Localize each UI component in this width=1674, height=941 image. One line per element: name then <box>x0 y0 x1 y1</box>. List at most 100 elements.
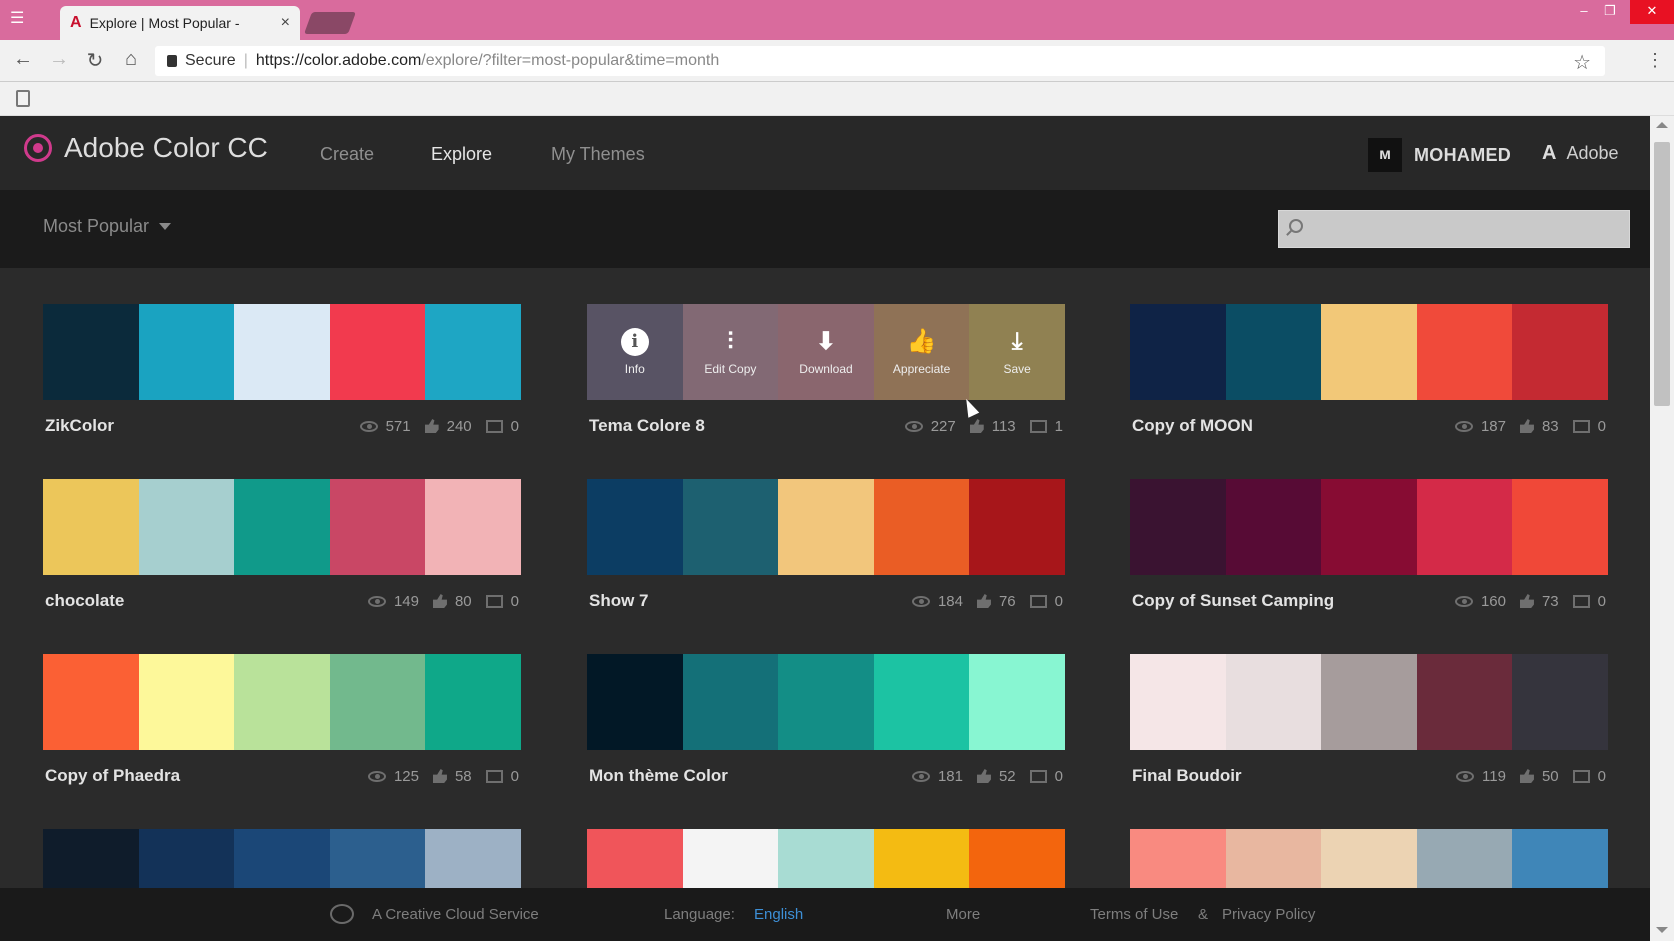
color-swatch[interactable] <box>587 654 683 750</box>
color-swatch[interactable] <box>778 654 874 750</box>
color-swatches[interactable] <box>1130 479 1608 575</box>
comments-stat[interactable]: 1 <box>1029 418 1063 435</box>
language-selector[interactable]: English <box>754 906 803 923</box>
color-swatches[interactable] <box>43 829 521 888</box>
color-swatch[interactable] <box>138 654 235 750</box>
color-swatch[interactable] <box>1225 304 1322 400</box>
theme-card[interactable] <box>43 829 521 888</box>
color-swatch[interactable] <box>1321 479 1417 575</box>
theme-card[interactable] <box>587 829 1065 888</box>
likes-stat[interactable]: 50 <box>1519 768 1559 785</box>
color-swatch[interactable] <box>1512 304 1608 400</box>
color-swatch[interactable] <box>873 829 970 888</box>
color-swatch[interactable] <box>969 829 1065 888</box>
color-swatch[interactable] <box>425 654 521 750</box>
comments-stat[interactable]: 0 <box>1572 768 1606 785</box>
color-swatch[interactable] <box>969 654 1065 750</box>
sort-dropdown[interactable]: Most Popular <box>43 216 172 237</box>
color-swatches[interactable] <box>43 479 521 575</box>
theme-card[interactable]: Final Boudoir 119 50 0 <box>1130 654 1608 802</box>
browser-menu-icon[interactable]: ☰ <box>10 8 24 28</box>
comments-stat[interactable]: 0 <box>485 768 519 785</box>
color-swatch[interactable] <box>1225 829 1322 888</box>
comments-stat[interactable]: 0 <box>1572 418 1606 435</box>
color-swatch[interactable] <box>778 829 874 888</box>
color-swatch[interactable] <box>425 829 521 888</box>
theme-card[interactable]: ZikColor 571 240 0 <box>43 304 521 452</box>
color-swatches[interactable] <box>1130 829 1608 888</box>
color-swatch[interactable] <box>1416 829 1513 888</box>
likes-stat[interactable]: 73 <box>1519 593 1559 610</box>
window-close-icon[interactable]: ✕ <box>1630 0 1674 24</box>
browser-tab[interactable]: A Explore | Most Popular - × <box>60 6 300 40</box>
theme-card[interactable] <box>1130 829 1608 888</box>
color-swatch[interactable] <box>234 829 330 888</box>
theme-name[interactable]: Copy of Sunset Camping <box>1132 591 1441 611</box>
color-swatch[interactable] <box>234 654 330 750</box>
color-swatch[interactable] <box>1321 304 1417 400</box>
color-swatches[interactable] <box>1130 654 1608 750</box>
appreciate-button[interactable]: 👍 Appreciate <box>873 304 970 400</box>
likes-stat[interactable]: 80 <box>432 593 472 610</box>
color-swatch[interactable] <box>1321 829 1417 888</box>
nav-create[interactable]: Create <box>320 144 374 165</box>
home-icon[interactable]: ⌂ <box>118 48 144 71</box>
comments-stat[interactable]: 0 <box>485 593 519 610</box>
color-swatches[interactable]: i Info ⫶ Edit Copy ⬇ Download 👍 Appreciate ⤓ Save <box>587 304 1065 400</box>
color-swatch[interactable] <box>873 654 970 750</box>
user-menu[interactable]: ᴍ MOHAMED <box>1368 138 1511 172</box>
theme-card[interactable]: Copy of Sunset Camping 160 73 0 <box>1130 479 1608 627</box>
page-icon[interactable] <box>16 90 30 107</box>
color-swatch[interactable] <box>329 829 426 888</box>
back-icon[interactable]: ← <box>10 48 36 71</box>
terms-link[interactable]: Terms of Use <box>1090 906 1178 923</box>
likes-stat[interactable]: 240 <box>424 418 472 435</box>
likes-stat[interactable]: 113 <box>969 418 1016 435</box>
address-bar[interactable]: Secure | https://color.adobe.com/explore… <box>155 46 1605 76</box>
adobe-link[interactable]: A Adobe <box>1542 142 1619 165</box>
color-swatch[interactable] <box>682 479 779 575</box>
color-swatch[interactable] <box>1130 829 1226 888</box>
download-button[interactable]: ⬇ Download <box>778 304 874 400</box>
color-swatches[interactable] <box>43 654 521 750</box>
search-input[interactable] <box>1278 210 1630 248</box>
theme-card[interactable]: Copy of Phaedra 125 58 0 <box>43 654 521 802</box>
scroll-down-icon[interactable] <box>1656 927 1668 933</box>
comments-stat[interactable]: 0 <box>485 418 519 435</box>
save-button[interactable]: ⤓ Save <box>969 304 1065 400</box>
color-swatch[interactable] <box>138 304 235 400</box>
color-swatch[interactable] <box>1130 479 1226 575</box>
likes-stat[interactable]: 83 <box>1519 418 1559 435</box>
theme-name[interactable]: ZikColor <box>45 416 346 436</box>
new-tab-button[interactable] <box>303 12 357 34</box>
color-swatch[interactable] <box>43 829 139 888</box>
theme-card[interactable]: chocolate 149 80 0 <box>43 479 521 627</box>
color-swatch[interactable] <box>43 654 139 750</box>
bookmark-star-icon[interactable]: ☆ <box>1573 50 1591 75</box>
color-swatch[interactable] <box>969 479 1065 575</box>
privacy-link[interactable]: Privacy Policy <box>1222 906 1315 923</box>
color-swatch[interactable] <box>1225 479 1322 575</box>
color-swatch[interactable] <box>587 479 683 575</box>
nav-explore[interactable]: Explore <box>431 144 492 165</box>
secure-indicator[interactable]: Secure <box>167 52 236 70</box>
color-swatches[interactable] <box>587 479 1065 575</box>
color-swatch[interactable] <box>1416 479 1513 575</box>
color-swatch[interactable] <box>873 479 970 575</box>
theme-name[interactable]: Copy of Phaedra <box>45 766 354 786</box>
color-swatch[interactable] <box>1416 654 1513 750</box>
comments-stat[interactable]: 0 <box>1572 593 1606 610</box>
color-swatch[interactable] <box>425 304 521 400</box>
color-swatch[interactable] <box>1416 304 1513 400</box>
color-swatch[interactable] <box>1130 304 1226 400</box>
color-swatch[interactable] <box>329 479 426 575</box>
edit-copy-button[interactable]: ⫶ Edit Copy <box>682 304 779 400</box>
restore-icon[interactable]: ❐ <box>1596 0 1624 24</box>
likes-stat[interactable]: 52 <box>976 768 1016 785</box>
color-swatch[interactable] <box>43 479 139 575</box>
minimize-icon[interactable]: – <box>1570 0 1598 24</box>
scroll-up-icon[interactable] <box>1656 122 1668 128</box>
page-scrollbar[interactable] <box>1650 116 1674 941</box>
theme-card[interactable]: Copy of MOON 187 83 0 <box>1130 304 1608 452</box>
color-swatch[interactable] <box>1512 829 1608 888</box>
